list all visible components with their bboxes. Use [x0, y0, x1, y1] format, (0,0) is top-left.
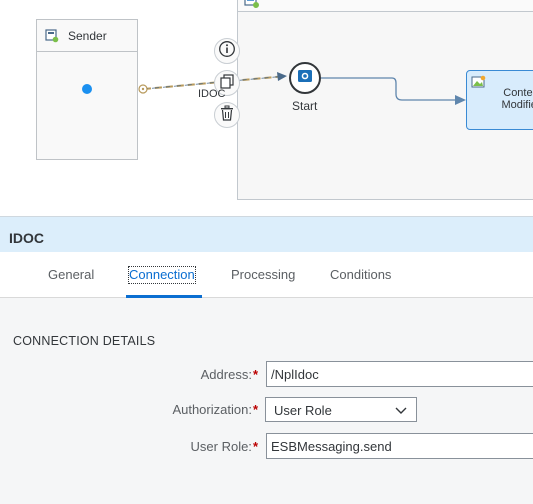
authorization-select[interactable]: User Role: [265, 397, 417, 422]
connection-label: IDOC: [198, 88, 226, 100]
message-start-icon: [297, 69, 313, 88]
connection-lines: [138, 72, 466, 105]
section-title: CONNECTION DETAILS: [13, 334, 156, 348]
chevron-down-icon: [394, 404, 408, 419]
authorization-selected-value: User Role: [274, 403, 332, 418]
properties-panel-header: IDOC: [0, 216, 533, 252]
tab-conditions[interactable]: Conditions: [330, 267, 391, 297]
address-label: Address:*: [200, 367, 258, 382]
connection-form: CONNECTION DETAILS Address:* /NplIdoc Au…: [0, 298, 533, 504]
user-role-field[interactable]: ESBMessaging.send: [266, 433, 533, 459]
required-marker: *: [252, 367, 258, 382]
authorization-label: Authorization:*: [172, 402, 258, 417]
sequence-flow-arrow: [455, 95, 466, 105]
required-marker: *: [252, 439, 258, 454]
user-role-label: User Role:*: [190, 439, 258, 454]
content-modifier-icon: [471, 75, 487, 94]
required-marker: *: [252, 402, 258, 417]
message-start-event[interactable]: [289, 62, 321, 94]
tab-general[interactable]: General: [48, 267, 94, 297]
trash-icon: [219, 105, 235, 126]
sequence-flow-line[interactable]: [321, 77, 458, 101]
tab-processing[interactable]: Processing: [231, 267, 295, 297]
start-event-label: Start: [292, 99, 318, 113]
content-modifier-label: Conten Modifier: [501, 87, 533, 111]
content-modifier-step[interactable]: Conten Modifier: [466, 70, 533, 130]
address-field[interactable]: /NplIdoc: [266, 361, 533, 387]
tab-connection[interactable]: Connection: [128, 266, 196, 284]
process-canvas[interactable]: Sender IDOC Start Conte Modifi: [0, 0, 533, 216]
idoc-connection-arrow: [277, 72, 287, 81]
properties-tab-bar: General Connection Processing Conditions: [0, 252, 533, 298]
info-icon: [218, 40, 236, 63]
delete-button[interactable]: [214, 102, 240, 128]
info-button[interactable]: [214, 38, 240, 64]
panel-title: IDOC: [9, 230, 44, 246]
